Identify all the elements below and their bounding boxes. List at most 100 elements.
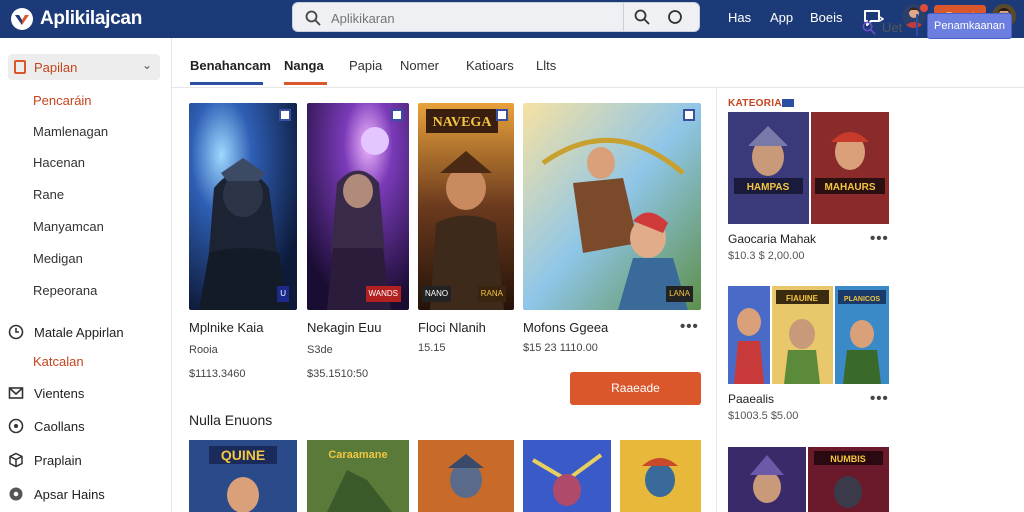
nav-link-has[interactable]: Has (728, 10, 751, 25)
card-title[interactable]: Nekagin Euu (307, 320, 381, 335)
right-item-meta: $10.3 $ 2,00.00 (728, 250, 805, 262)
game-thumbnail[interactable]: QUINE (189, 440, 297, 512)
divider (916, 14, 918, 36)
tab-papia[interactable]: Papia (349, 58, 382, 73)
right-card-image[interactable]: PLANICOS (835, 286, 889, 384)
app-brand[interactable]: Aplikilajcan (40, 8, 142, 30)
thumbnail-title: QUINE (221, 447, 265, 463)
right-card-image[interactable]: FIAUINE (772, 286, 833, 384)
card-artwork: FIAUINE (772, 286, 833, 384)
sidebar-item[interactable]: Pencaráin (33, 93, 92, 108)
game-card[interactable]: WANDS (307, 103, 409, 310)
column-divider (716, 88, 717, 512)
nav-link-app[interactable]: App (770, 10, 793, 25)
card-tag: RANA (477, 286, 506, 302)
card-artwork: HAMPAS (728, 112, 809, 224)
right-card-image[interactable]: HAMPAS (728, 112, 809, 224)
card-artwork (523, 103, 701, 310)
cta-button[interactable]: Raaeade (570, 372, 701, 405)
gear-icon (9, 487, 23, 501)
right-item-meta: $1003.5 $5.00 (728, 410, 799, 422)
sidebar-section[interactable]: Apsar Hains (8, 486, 105, 502)
card-banner-text: NAVEGA (433, 115, 493, 130)
tab-nomer[interactable]: Nomer (400, 58, 439, 73)
sidebar-item[interactable]: Katcalan (33, 354, 84, 369)
clock-icon (8, 324, 24, 340)
thumbnail-title: Caraamane (328, 449, 387, 461)
right-card-image[interactable] (728, 286, 770, 384)
info-icon (8, 418, 24, 434)
sidebar-section[interactable]: Vientens (8, 385, 84, 401)
thumbnail-artwork (523, 440, 611, 512)
card-title[interactable]: Mplnike Kaia (189, 320, 263, 335)
logo-icon[interactable] (10, 7, 34, 31)
sidebar-item[interactable]: Mamlenagan (33, 124, 108, 139)
search-bar[interactable] (292, 2, 700, 32)
search-input[interactable] (331, 7, 631, 29)
right-card-image[interactable] (728, 447, 806, 512)
sidebar-item[interactable]: Repeorana (33, 283, 97, 298)
card-artwork (728, 286, 770, 384)
primary-button[interactable]: Penamkaanan (927, 13, 1012, 39)
right-card-image[interactable]: MAHAURS (811, 112, 889, 224)
tile-title: PLANICOS (844, 296, 881, 303)
sidebar-section[interactable]: Caollans (8, 418, 85, 434)
search-icon (305, 10, 321, 26)
card-price: S3de (307, 344, 333, 356)
sidebar-item[interactable]: Hacenan (33, 155, 85, 170)
card-title[interactable]: Floci Nlanih (418, 320, 486, 335)
game-thumbnail[interactable] (620, 440, 701, 512)
sidebar-item[interactable]: Medigan (33, 251, 83, 266)
card-price: Rooia (189, 344, 218, 356)
sidebar: Papilan ⌄ Pencaráin Mamlenagan Hacenan R… (0, 38, 172, 512)
card-meta: $15 23 1110.00 (523, 342, 598, 354)
mail-icon (8, 387, 24, 399)
card-meta: 15.15 (418, 342, 446, 354)
tab-bar: Benahancam Nanga Papia Nomer Katioars Ll… (172, 38, 1024, 88)
search-icon (862, 21, 876, 35)
game-card[interactable]: U (189, 103, 297, 310)
tile-title: HAMPAS (747, 182, 790, 193)
tab-llts[interactable]: Llts (536, 58, 556, 73)
sidebar-item[interactable]: Rane (33, 187, 64, 202)
sidebar-header[interactable]: Papilan ⌄ (8, 54, 160, 80)
card-title[interactable]: Mofons Ggeea (523, 320, 608, 335)
game-thumbnail[interactable] (418, 440, 514, 512)
card-artwork: NUMBIS (808, 447, 889, 512)
tab-nanga[interactable]: Nanga (284, 58, 324, 73)
right-item-title[interactable]: Gaocaria Mahak (728, 232, 816, 246)
card-tag: WANDS (365, 286, 401, 302)
tab-benahancam[interactable]: Benahancam (190, 58, 271, 73)
right-heading: KATEORIA (728, 98, 782, 109)
more-options-icon[interactable]: ••• (870, 390, 889, 407)
sidebar-section[interactable]: Matale Appirlan (8, 324, 124, 340)
tab-indicator (284, 82, 327, 85)
tab-indicator (190, 82, 263, 85)
circle-icon (668, 10, 682, 24)
game-card[interactable]: LANA (523, 103, 701, 310)
card-tag: NANO (422, 286, 452, 302)
voice-search-button[interactable] (657, 3, 693, 31)
right-item-title[interactable]: Paaealis (728, 392, 774, 406)
card-meta: $1113.3460 (189, 368, 246, 380)
right-card-image[interactable]: NUMBIS (808, 447, 889, 512)
game-thumbnail[interactable]: Caraamane (307, 440, 409, 512)
sidebar-section-label: Caollans (34, 418, 85, 434)
game-card[interactable]: NAVEGA NANO RANA (418, 103, 514, 310)
notification-dot (920, 4, 928, 12)
chevron-down-icon: ⌄ (141, 58, 152, 72)
search-submit-button[interactable] (623, 3, 659, 31)
sidebar-section-label: Apsar Hains (34, 486, 105, 502)
nav-link-boeis[interactable]: Boeis (810, 10, 843, 25)
more-options-icon[interactable]: ••• (870, 230, 889, 247)
sidebar-item[interactable]: Manyamcan (33, 219, 104, 234)
game-thumbnail[interactable] (523, 440, 611, 512)
more-options-icon[interactable]: ••• (680, 318, 699, 335)
cube-icon (9, 452, 23, 468)
filter-control[interactable]: Uet (862, 20, 902, 35)
card-artwork (189, 103, 297, 310)
file-icon (14, 60, 26, 74)
sidebar-section[interactable]: Praplain (8, 452, 82, 468)
corner-badge (279, 109, 291, 121)
tab-katioars[interactable]: Katioars (466, 58, 514, 73)
